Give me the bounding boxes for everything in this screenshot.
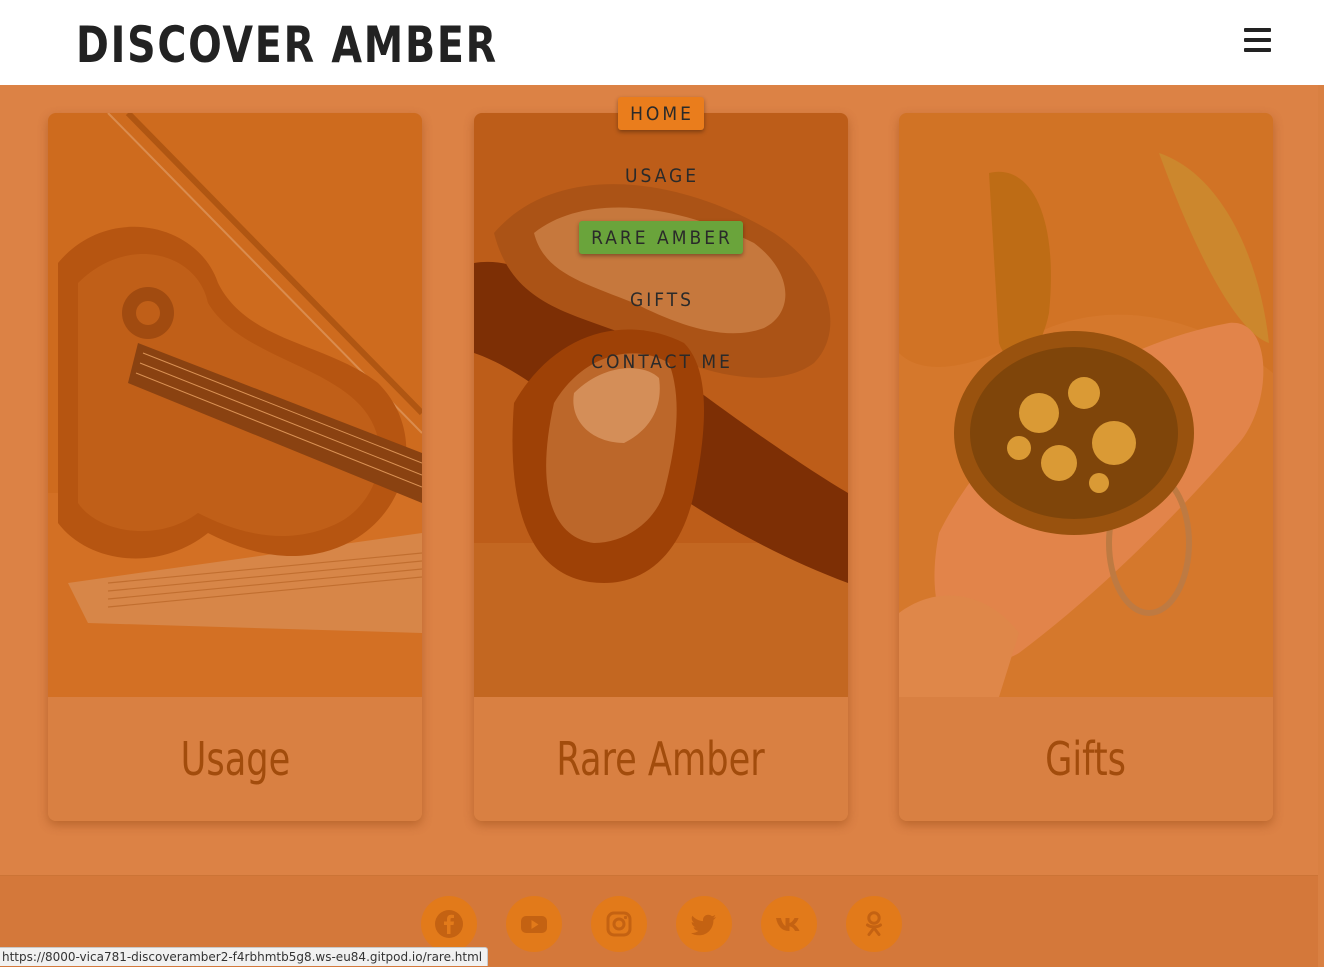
site-header: DISCOVER AMBER — [0, 0, 1324, 85]
nav-item-gifts[interactable]: GIFTS — [474, 283, 848, 316]
card-gifts[interactable]: Gifts — [899, 113, 1273, 821]
card-title: Usage — [180, 732, 290, 786]
hamburger-menu-icon[interactable] — [1238, 22, 1278, 62]
status-bar-url: https://8000-vica781-discoveramber2-f4rb… — [0, 947, 489, 966]
odnoklassniki-icon[interactable] — [846, 896, 902, 952]
card-title: Rare Amber — [556, 732, 766, 786]
card-title: Gifts — [1045, 732, 1127, 786]
brand-logo[interactable]: DISCOVER AMBER — [76, 14, 498, 76]
violin-photo — [48, 113, 422, 697]
nav-item-home[interactable]: HOME — [474, 97, 848, 130]
nav-item-label: RARE AMBER — [579, 221, 743, 254]
nav-item-label: CONTACT ME — [591, 351, 733, 373]
nav-item-label: HOME — [618, 97, 704, 130]
card-usage[interactable]: Usage — [48, 113, 422, 821]
twitter-icon[interactable] — [676, 896, 732, 952]
card-caption: Rare Amber — [474, 697, 848, 821]
card-caption: Usage — [48, 697, 422, 821]
nav-item-label: USAGE — [624, 165, 700, 187]
nav-item-contact-me[interactable]: CONTACT ME — [474, 345, 848, 378]
amber-ring-photo — [899, 113, 1273, 697]
youtube-icon[interactable] — [506, 896, 562, 952]
nav-item-rare-amber[interactable]: RARE AMBER — [474, 221, 848, 254]
card-caption: Gifts — [899, 697, 1273, 821]
facebook-icon[interactable] — [421, 896, 477, 952]
instagram-icon[interactable] — [591, 896, 647, 952]
nav-menu: HOME USAGE RARE AMBER GIFTS CONTACT ME — [474, 97, 848, 397]
vk-icon[interactable] — [761, 896, 817, 952]
nav-item-usage[interactable]: USAGE — [474, 159, 848, 192]
nav-item-label: GIFTS — [629, 289, 695, 311]
